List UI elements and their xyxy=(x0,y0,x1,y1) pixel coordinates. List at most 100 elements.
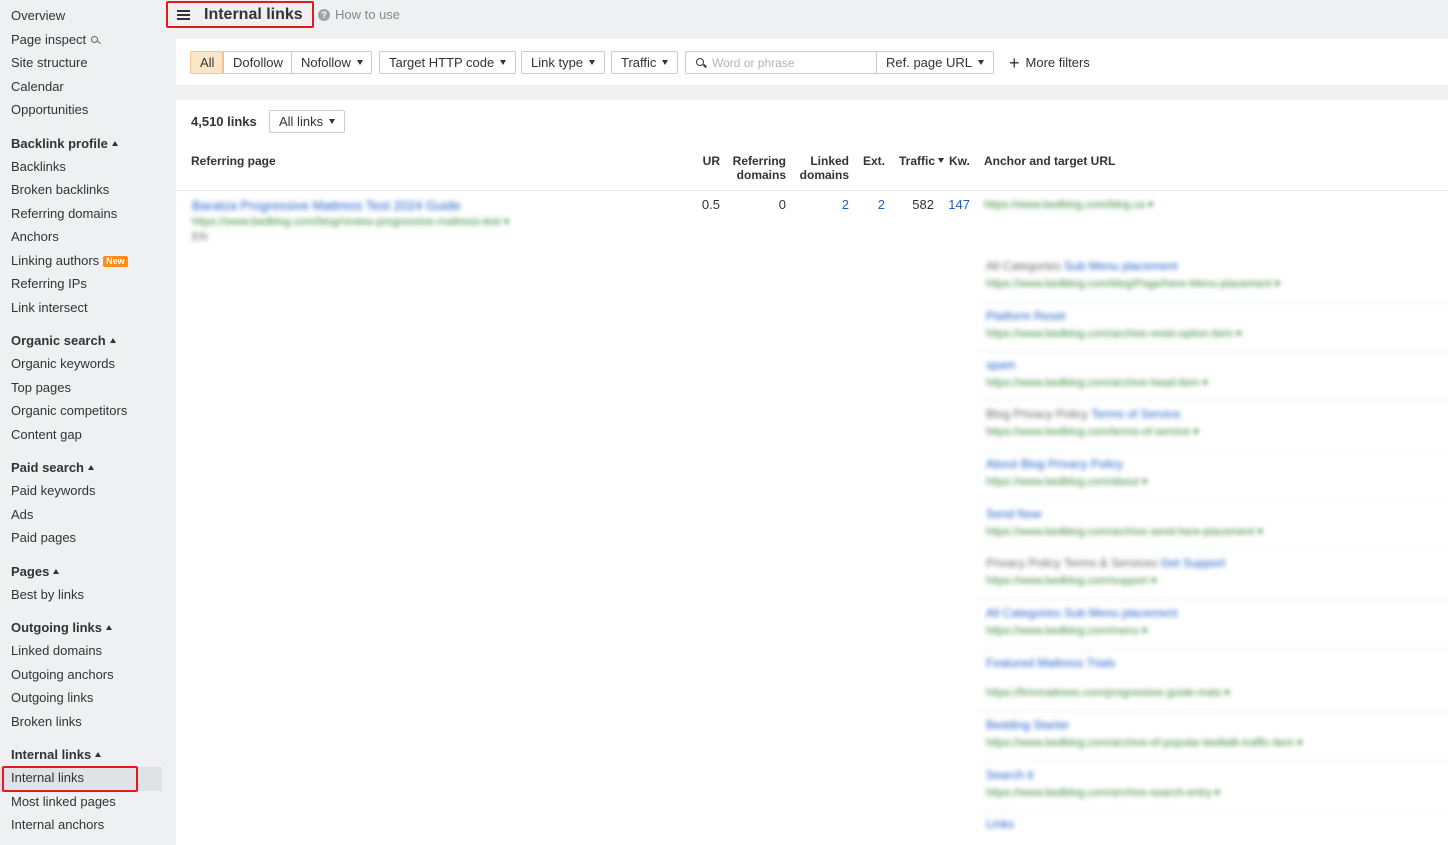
filter-link-type-dropdown[interactable]: Link type xyxy=(521,51,606,74)
anchor-link[interactable]: Search it xyxy=(986,768,1033,782)
target-url[interactable]: https://www.bedblog.com/archive-send-her… xyxy=(986,525,1263,538)
col-linked-domains[interactable]: Linked domains xyxy=(796,154,849,182)
linked-domains-value[interactable]: 2 xyxy=(806,198,849,212)
target-url[interactable]: https://www.bedblog.com/support ▾ xyxy=(986,574,1157,587)
more-filters-button[interactable]: + More filters xyxy=(1009,51,1090,74)
sidebar-item-site-structure[interactable]: Site structure xyxy=(0,52,176,76)
col-ext[interactable]: Ext. xyxy=(856,154,885,168)
header-divider xyxy=(176,190,1448,191)
top-target-url[interactable]: https://www.bedblog.com/blog.ca ▾ xyxy=(984,198,1153,212)
sidebar-item-best-by-links[interactable]: Best by links xyxy=(0,584,176,608)
referring-domains-value: 0 xyxy=(778,197,786,212)
sidebar-section-pages[interactable]: Pages xyxy=(0,560,176,584)
sidebar-item-anchors[interactable]: Anchors xyxy=(0,226,176,250)
sidebar-item-most-linked-pages[interactable]: Most linked pages xyxy=(0,791,176,815)
section-title: Organic search xyxy=(11,333,106,348)
anchor-link[interactable]: Terms of Service xyxy=(1091,407,1180,421)
anchor-link[interactable]: Get Support xyxy=(1161,556,1226,570)
target-url[interactable]: https://www.bedblog.com/about ▾ xyxy=(986,475,1147,488)
sidebar-item-referring-ips[interactable]: Referring IPs xyxy=(0,273,176,297)
sidebar-item-overview[interactable]: Overview xyxy=(0,5,176,29)
filter-nofollow-dropdown[interactable]: Nofollow xyxy=(291,51,372,74)
sidebar-item-internal-anchors[interactable]: Internal anchors xyxy=(0,814,176,838)
sidebar-item-broken-backlinks[interactable]: Broken backlinks xyxy=(0,179,176,203)
anchor-link[interactable]: Send Now xyxy=(986,507,1041,521)
chevron-down-icon xyxy=(978,60,984,65)
anchor-link[interactable]: Featured Mattress Trials xyxy=(986,656,1115,670)
sidebar-item-page-inspect[interactable]: Page inspect xyxy=(0,29,176,53)
target-url[interactable]: https://www.bedblog.com/archive-head-ite… xyxy=(986,376,1208,389)
sidebar-item-label: Page inspect xyxy=(11,31,87,47)
sidebar-item-internal-links[interactable]: Internal links xyxy=(0,766,162,792)
sidebar-item-backlinks[interactable]: Backlinks xyxy=(0,156,176,180)
sidebar-item-linking-authors[interactable]: Linking authors New xyxy=(0,250,176,274)
col-ur[interactable]: UR xyxy=(696,154,720,168)
dropdown-label: Ref. page URL xyxy=(886,55,972,70)
sidebar-item-content-gap[interactable]: Content gap xyxy=(0,424,176,448)
plus-icon: + xyxy=(1009,52,1020,73)
anchor-link[interactable]: spam xyxy=(986,358,1015,372)
hamburger-menu-icon[interactable] xyxy=(177,9,190,20)
traffic-value: 582 xyxy=(912,197,934,212)
sidebar-item-opportunities[interactable]: Opportunities xyxy=(0,99,176,123)
anchor-link[interactable]: Links xyxy=(986,817,1014,831)
header-line: domains xyxy=(799,168,849,182)
target-url[interactable]: https://www.bedblog.com/archive-reset-op… xyxy=(986,327,1242,340)
sidebar-item-paid-pages[interactable]: Paid pages xyxy=(0,527,176,551)
sidebar-section-outgoing-links[interactable]: Outgoing links xyxy=(0,616,176,640)
target-url[interactable]: https://www.bedblog.com/menu ▾ xyxy=(986,624,1147,637)
sidebar-item-outgoing-links[interactable]: Outgoing links xyxy=(0,687,176,711)
sidebar-item-label: Outgoing links xyxy=(11,690,94,705)
filter-traffic-dropdown[interactable]: Traffic xyxy=(611,51,679,74)
sidebar-section-organic-search[interactable]: Organic search xyxy=(0,329,176,353)
sidebar-item-ads[interactable]: Ads xyxy=(0,504,176,528)
sidebar-item-paid-keywords[interactable]: Paid keywords xyxy=(0,480,176,504)
anchor-link[interactable]: Sub Menu placement xyxy=(1064,259,1177,273)
target-url[interactable]: https://firmmattress.com/progressive-gui… xyxy=(986,686,1230,699)
anchor-link[interactable]: Platform Reset xyxy=(986,309,1065,323)
col-referring-domains[interactable]: Referring domains xyxy=(724,154,786,182)
filter-all-button[interactable]: All xyxy=(190,51,223,74)
caret-up-icon xyxy=(111,140,118,146)
col-kw[interactable]: Kw. xyxy=(949,154,970,168)
view-select-dropdown[interactable]: All links xyxy=(269,110,346,133)
sidebar-item-top-pages[interactable]: Top pages xyxy=(0,377,176,401)
sidebar-item-calendar[interactable]: Calendar xyxy=(0,76,176,100)
target-url[interactable]: https://www.bedblog.com/archive-search-e… xyxy=(986,786,1220,799)
anchor-text: Links xyxy=(986,817,1014,831)
sidebar-item-linked-domains[interactable]: Linked domains xyxy=(0,640,176,664)
chevron-down-icon xyxy=(356,60,363,65)
referring-page-url[interactable]: https://www.bedblog.com/blog/review-prog… xyxy=(192,215,509,228)
ext-value[interactable]: 2 xyxy=(856,198,885,212)
filter-dofollow-button[interactable]: Dofollow xyxy=(223,51,292,74)
referring-page-title-link[interactable]: Baratza Progressive Mattress Test 2024 G… xyxy=(192,198,461,213)
keywords-value[interactable]: 147 xyxy=(940,198,970,212)
target-url[interactable]: https://www.bedblog.com/archive-of-popul… xyxy=(986,736,1303,749)
search-input[interactable] xyxy=(712,54,872,71)
sidebar-item-organic-keywords[interactable]: Organic keywords xyxy=(0,353,176,377)
how-to-use-label: How to use xyxy=(335,7,401,22)
search-icon xyxy=(91,35,99,43)
sidebar-item-referring-domains[interactable]: Referring domains xyxy=(0,203,176,227)
ref-page-url-dropdown[interactable]: Ref. page URL xyxy=(876,51,994,74)
sidebar-item-outgoing-anchors[interactable]: Outgoing anchors xyxy=(0,664,176,688)
anchor-link[interactable]: About Blog Privacy Policy xyxy=(986,457,1123,471)
anchor-link[interactable]: Bedding Starter xyxy=(986,718,1069,732)
col-referring-page[interactable]: Referring page xyxy=(191,154,276,168)
col-anchor-target[interactable]: Anchor and target URL xyxy=(984,154,1115,168)
target-url[interactable]: https://www.bedblog.com/blog/Page/here-M… xyxy=(986,277,1280,290)
col-traffic[interactable]: Traffic xyxy=(899,154,945,168)
list-item: Platform Reset https://www.bedblog.com/ar… xyxy=(978,303,1448,352)
sidebar-item-organic-competitors[interactable]: Organic competitors xyxy=(0,400,176,424)
filter-target-http-dropdown[interactable]: Target HTTP code xyxy=(379,51,517,74)
how-to-use-link[interactable]: ? How to use xyxy=(318,7,400,22)
anchor-link[interactable]: All Categories Sub Menu placement xyxy=(986,606,1177,620)
sidebar-section-paid-search[interactable]: Paid search xyxy=(0,456,176,480)
sidebar-section-internal-links[interactable]: Internal links xyxy=(0,743,176,767)
sidebar-item-broken-links[interactable]: Broken links xyxy=(0,711,176,735)
target-url[interactable]: https://www.bedblog.com/terms-of-service… xyxy=(986,425,1199,438)
caret-up-icon xyxy=(53,568,60,574)
sidebar-section-backlink-profile[interactable]: Backlink profile xyxy=(0,132,176,156)
sidebar-item-link-intersect[interactable]: Link intersect xyxy=(0,297,176,321)
sidebar-item-label: Linked domains xyxy=(11,643,103,658)
